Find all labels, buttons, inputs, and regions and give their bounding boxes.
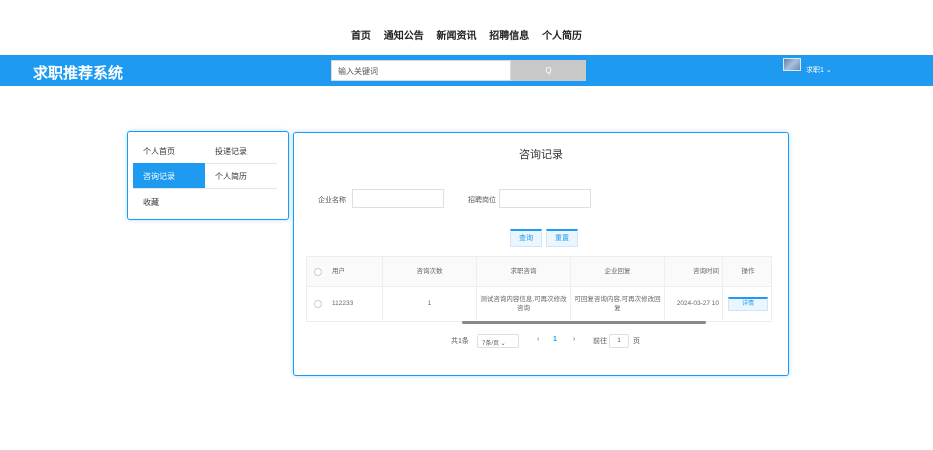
search-submit-button[interactable]: 查询	[510, 229, 542, 247]
page-title: 咨询记录	[519, 149, 563, 161]
company-name-label: 企业名称	[318, 197, 346, 204]
nav-jobs[interactable]: 招聘信息	[489, 27, 529, 42]
cell-question: 测试咨询内容信息,可再次修改咨询	[477, 287, 571, 320]
next-page-icon[interactable]: ›	[573, 336, 575, 343]
nav-news[interactable]: 新闻资讯	[437, 27, 477, 42]
user-menu[interactable]: 求职1 ⌄	[806, 65, 832, 75]
sidebar-item-applications[interactable]: 投递记录	[205, 138, 277, 163]
search-icon: Q	[545, 66, 552, 75]
header-select-all[interactable]	[307, 257, 329, 286]
avatar[interactable]	[783, 58, 801, 71]
site-brand: 求职推荐系统	[33, 65, 124, 82]
table-header: 用户 咨询次数 求职咨询 企业回复 咨询时间 操作	[307, 257, 771, 287]
table-scrollbar[interactable]	[462, 321, 706, 324]
cell-reply: 可回复咨询内容,可再次修改回复	[571, 287, 665, 320]
cell-time: 2024-03-27 10	[665, 287, 723, 320]
nav-home[interactable]: 首页	[351, 27, 371, 42]
pagination: 共1条 7条/页 ⌄ ‹ 1 › 前往 1 页	[294, 334, 788, 348]
header-bar: 求职推荐系统 输入关键词 Q 求职1 ⌄	[0, 55, 933, 86]
goto-label: 前往	[593, 338, 607, 345]
prev-page-icon[interactable]: ‹	[537, 336, 539, 343]
header-question: 求职咨询	[477, 257, 571, 286]
header-count: 咨询次数	[383, 257, 477, 286]
cell-action: 详情	[723, 287, 771, 320]
nav-notice[interactable]: 通知公告	[384, 27, 424, 42]
consult-records-panel: 咨询记录 企业名称 招聘岗位 查询 重置 用户 咨询次数 求职咨询 企业回复 咨…	[293, 132, 789, 376]
nav-resume[interactable]: 个人简历	[542, 27, 582, 42]
row-select[interactable]	[307, 287, 329, 320]
consult-table: 用户 咨询次数 求职咨询 企业回复 咨询时间 操作 112233 1 测试咨询内…	[306, 256, 772, 322]
cell-count: 1	[383, 287, 477, 320]
position-input[interactable]	[499, 189, 591, 208]
cell-user: 112233	[329, 287, 383, 320]
company-name-input[interactable]	[352, 189, 444, 208]
sidebar-item-favorites[interactable]: 收藏	[133, 189, 205, 214]
header-time: 咨询时间	[665, 257, 723, 286]
sidebar-item-consult-records[interactable]: 咨询记录	[133, 163, 205, 188]
goto-page-input[interactable]: 1	[609, 334, 629, 348]
page-unit: 页	[633, 338, 640, 345]
detail-button[interactable]: 详情	[728, 296, 768, 311]
sidebar-item-home[interactable]: 个人首页	[133, 138, 205, 163]
checkbox[interactable]	[314, 267, 322, 276]
pagination-total: 共1条	[451, 338, 469, 345]
search-input[interactable]: 输入关键词	[331, 60, 511, 81]
reset-button[interactable]: 重置	[546, 229, 578, 247]
page-number-current[interactable]: 1	[553, 336, 557, 343]
top-nav: 首页 通知公告 新闻资讯 招聘信息 个人简历	[0, 27, 933, 42]
sidebar-menu: 个人首页 投递记录 咨询记录 个人简历 收藏	[127, 131, 289, 220]
checkbox[interactable]	[314, 299, 322, 308]
position-label: 招聘岗位	[468, 197, 496, 204]
table-row: 112233 1 测试咨询内容信息,可再次修改咨询 可回复咨询内容,可再次修改回…	[307, 287, 771, 320]
header-reply: 企业回复	[571, 257, 665, 286]
sidebar-item-resume[interactable]: 个人简历	[205, 163, 277, 188]
header-action: 操作	[741, 268, 755, 275]
header-user: 用户	[329, 257, 383, 286]
search-button[interactable]: Q	[511, 60, 586, 81]
page-size-select[interactable]: 7条/页 ⌄	[477, 334, 519, 348]
